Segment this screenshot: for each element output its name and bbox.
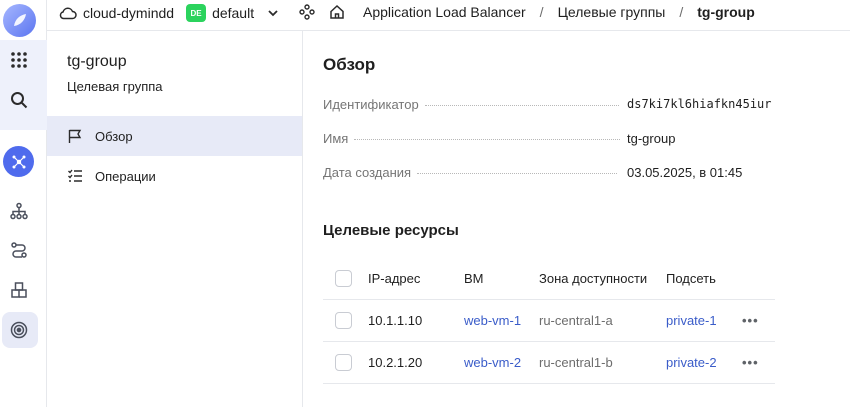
row-checkbox[interactable] [335,311,352,329]
cell-zone: ru-central1-b [539,341,666,384]
load-balancer-app-icon[interactable] [3,146,34,177]
chevron-down-icon[interactable] [266,6,280,20]
folder-badge: DE [186,4,207,22]
cloud-icon [59,7,77,20]
row-actions-button[interactable]: ••• [742,313,759,328]
breadcrumb-item-alb[interactable]: Application Load Balancer [363,4,526,20]
leader-dots [354,139,621,140]
cell-ip: 10.1.1.10 [368,299,464,342]
targets-table: IP-адрес ВМ Зона доступности Подсеть 10.… [323,259,775,384]
select-all-checkbox[interactable] [335,270,352,288]
sidebar-item-operations[interactable]: Операции [47,156,302,196]
breadcrumb: Application Load Balancer / Целевые груп… [299,4,755,20]
targets-heading: Целевые ресурсы [323,222,459,239]
column-header-subnet[interactable]: Подсеть [666,259,736,300]
cell-zone: ru-central1-a [539,299,666,342]
field-created: Дата создания 03.05.2025, в 01:45 [323,165,773,183]
apps-grid-icon[interactable] [7,48,31,72]
services-icon[interactable] [299,4,315,20]
field-label: Идентификатор [323,97,419,112]
field-label: Имя [323,131,349,146]
list-check-icon [68,169,82,182]
cell-vm-link[interactable]: web-vm-2 [464,341,539,384]
flag-icon [68,129,82,143]
search-icon[interactable] [7,88,31,112]
cubes-icon[interactable] [7,278,31,302]
cloud-logo-icon[interactable] [3,4,36,37]
column-header-ip[interactable]: IP-адрес [368,259,464,300]
breadcrumb-separator: / [539,4,544,20]
field-value[interactable]: ds7ki7kl6hiafkn45iur [627,97,772,111]
table-row: 10.2.1.20 web-vm-2 ru-central1-b private… [323,341,775,384]
row-select-cell [323,299,368,342]
sidebar-item-overview[interactable]: Обзор [47,116,302,156]
row-actions-button[interactable]: ••• [742,355,759,370]
cell-ip: 10.2.1.20 [368,341,464,384]
field-label: Дата создания [323,165,412,180]
sidebar-item-label: Обзор [95,128,133,144]
select-all-cell [323,259,368,300]
column-header-vm[interactable]: ВМ [464,259,539,300]
cell-subnet-link[interactable]: private-1 [666,299,736,342]
field-value: tg-group [627,131,676,146]
page-title: Обзор [323,55,376,74]
row-select-cell [323,341,368,384]
cell-vm-link[interactable]: web-vm-1 [464,299,539,342]
row-checkbox[interactable] [335,353,352,371]
resource-sidebar: tg-group Целевая группа Обзор Операции [47,31,303,407]
cloud-selector[interactable]: cloud-dymindd DE default [59,4,280,22]
target-icon[interactable] [7,318,31,342]
column-header-zone[interactable]: Зона доступности [539,259,666,300]
cloud-name: cloud-dymindd [83,5,175,21]
field-name: Имя tg-group [323,131,773,149]
cell-subnet-link[interactable]: private-2 [666,341,736,384]
leader-dots [424,105,619,106]
folder-name: default [212,5,255,21]
leader-dots [417,173,618,174]
sidebar-subtitle: Целевая группа [67,79,163,94]
hierarchy-icon[interactable] [7,199,31,223]
top-bar: cloud-dymindd DE default Application Loa… [47,0,850,31]
app-rail [0,0,47,407]
routing-icon[interactable] [7,238,31,262]
breadcrumb-item-current: tg-group [697,4,755,20]
table-row: 10.1.1.10 web-vm-1 ru-central1-a private… [323,299,775,342]
breadcrumb-item-target-groups[interactable]: Целевые группы [558,4,666,20]
sidebar-item-label: Операции [95,168,156,184]
column-header-actions [736,259,775,300]
table-header-row: IP-адрес ВМ Зона доступности Подсеть [323,259,775,300]
sidebar-title: tg-group [67,53,127,70]
home-icon[interactable] [329,4,345,20]
field-id: Идентификатор ds7ki7kl6hiafkn45iur [323,97,773,115]
breadcrumb-separator: / [679,4,684,20]
field-value: 03.05.2025, в 01:45 [627,165,743,180]
